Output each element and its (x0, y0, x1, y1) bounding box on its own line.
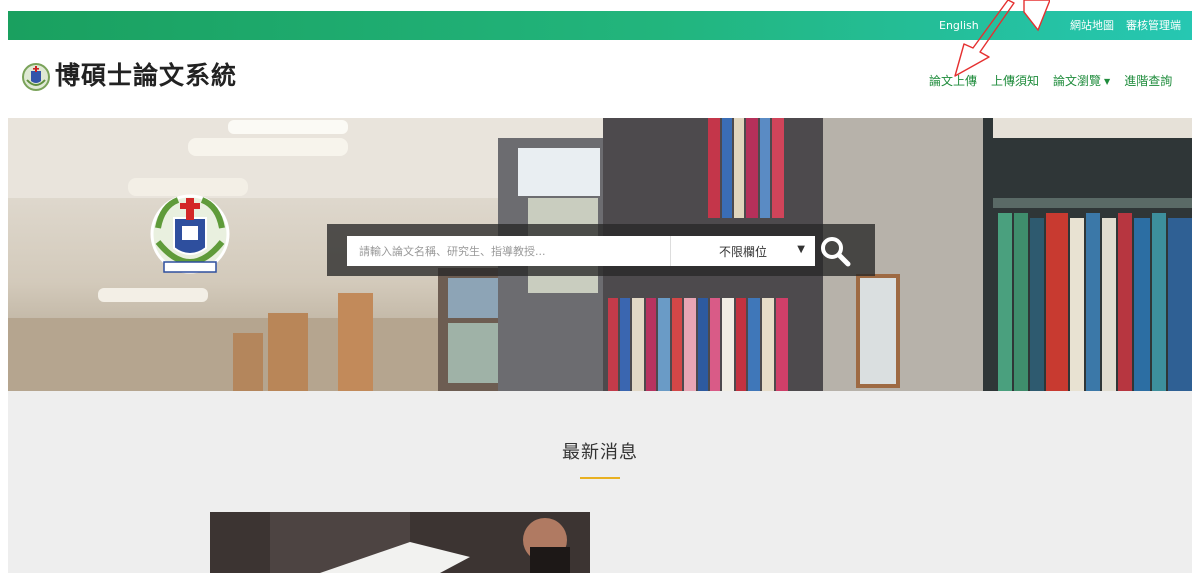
nav-advanced-search[interactable]: 進階查詢 (1124, 72, 1172, 90)
sitemap-link[interactable]: 網站地圖 (1070, 17, 1114, 34)
news-divider (580, 477, 620, 479)
news-image[interactable] (210, 512, 590, 573)
search-input[interactable] (347, 236, 670, 266)
hero-banner: 不限欄位 ▼ (8, 118, 1192, 391)
search-field-select[interactable]: 不限欄位 ▼ (670, 236, 815, 266)
page-title[interactable]: 博碩士論文系統 (55, 58, 237, 94)
search-icon[interactable] (819, 235, 853, 267)
admin-link[interactable]: 審核管理端 (1126, 17, 1181, 34)
news-photo-graphic (210, 512, 590, 573)
news-title: 最新消息 (562, 442, 638, 463)
search-field-value: 不限欄位 (719, 245, 768, 259)
search-bar: 不限欄位 ▼ (327, 224, 875, 276)
language-link[interactable]: English (939, 17, 979, 34)
news-section: 最新消息 (8, 391, 1192, 573)
nav-thesis-upload[interactable]: 論文上傳 (929, 72, 977, 90)
university-emblem-icon (22, 63, 50, 91)
caret-down-icon: ▼ (1104, 76, 1111, 86)
nav-upload-guide[interactable]: 上傳須知 (991, 72, 1039, 90)
university-emblem-icon (150, 194, 230, 274)
nav-thesis-browse-label: 論文瀏覽 (1053, 74, 1102, 88)
top-bar: English 網站地圖 審核管理端 (8, 11, 1192, 40)
main-nav: 論文上傳 上傳須知 論文瀏覽 ▼ 進階查詢 (929, 72, 1172, 91)
caret-down-icon: ▼ (797, 244, 805, 255)
nav-thesis-browse[interactable]: 論文瀏覽 ▼ (1053, 72, 1110, 91)
